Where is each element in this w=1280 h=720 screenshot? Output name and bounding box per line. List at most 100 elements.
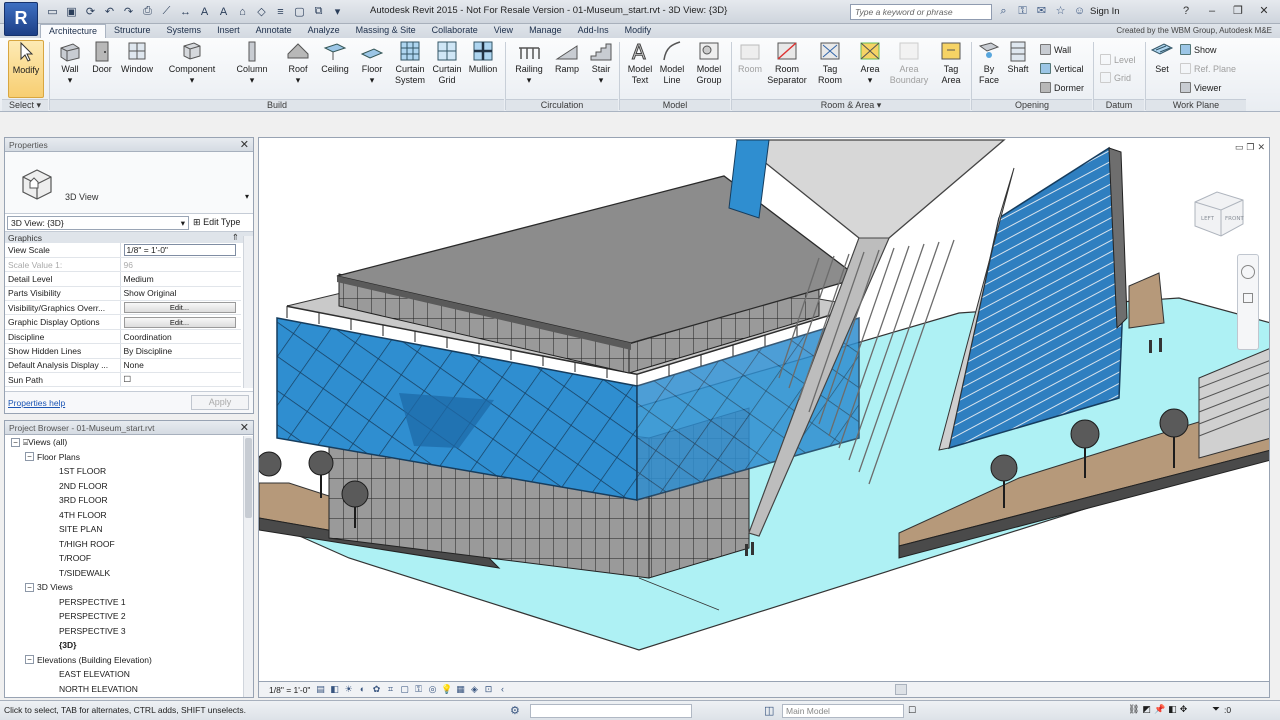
vertical-opening-button[interactable]: Vertical [1040, 63, 1084, 74]
filter-icon[interactable]: ⏷ [1212, 704, 1220, 715]
sign-in-link[interactable]: Sign In [1090, 6, 1120, 17]
tab-modify[interactable]: Modify [617, 24, 660, 38]
collapse-toggle-icon[interactable]: − [25, 452, 34, 462]
apply-button[interactable]: Apply [191, 395, 249, 410]
browser-node[interactable]: EAST ELEVATION [5, 667, 253, 682]
tab-massing-site[interactable]: Massing & Site [348, 24, 424, 38]
minimize-icon[interactable]: ▭ [1235, 142, 1244, 153]
browser-node[interactable]: 2ND FLOOR [5, 479, 253, 494]
browser-node[interactable]: 3RD FLOOR [5, 493, 253, 508]
properties-scrollbar[interactable] [243, 236, 253, 388]
curtain-grid-button[interactable]: Curtain Grid [428, 40, 466, 86]
wall-button[interactable]: Wall ▾ [54, 40, 86, 86]
browser-node[interactable]: PERSPECTIVE 3 [5, 624, 253, 639]
tab-manage[interactable]: Manage [521, 24, 570, 38]
stair-button[interactable]: Stair ▾ [586, 40, 616, 86]
detail-level-icon[interactable]: ▤ [315, 684, 326, 695]
shaft-button[interactable]: Shaft [1004, 40, 1032, 75]
property-value[interactable]: By Discipline [124, 346, 173, 356]
model-text-button[interactable]: A Model Text [624, 40, 656, 86]
design-options-icon[interactable]: ◫ [764, 704, 774, 717]
temporary-view-icon[interactable]: ▦ [455, 684, 466, 695]
show-work-plane-button[interactable]: Show [1180, 44, 1217, 55]
mullion-button[interactable]: Mullion [466, 40, 500, 75]
help-icon[interactable]: ? [1174, 2, 1198, 20]
tag-icon[interactable]: A [196, 3, 213, 20]
room-area-panel-dropdown[interactable]: Room & Area ▾ [732, 99, 970, 111]
application-menu-button[interactable]: R [4, 2, 38, 36]
redo-icon[interactable]: ↷ [120, 3, 137, 20]
grid-button[interactable]: Grid [1100, 72, 1131, 83]
ref-plane-button[interactable]: Ref. Plane [1180, 63, 1236, 74]
more-icon[interactable]: ‹ [497, 684, 508, 695]
component-button[interactable]: Component ▾ [164, 40, 220, 86]
workset-dropdown[interactable] [530, 704, 692, 718]
tab-insert[interactable]: Insert [209, 24, 248, 38]
horizontal-scroll-thumb[interactable] [895, 684, 907, 695]
type-selector[interactable]: 3D View ▾ [5, 152, 253, 214]
browser-node[interactable]: {3D} [5, 638, 253, 653]
floor-button[interactable]: Floor ▾ [356, 40, 388, 86]
binoculars-icon[interactable]: ⌕ [996, 3, 1011, 20]
tab-architecture[interactable]: Architecture [40, 24, 107, 38]
zoom-icon[interactable] [1243, 293, 1253, 303]
room-separator-button[interactable]: Room Separator [764, 40, 810, 86]
close-icon[interactable]: ✕ [1257, 142, 1265, 153]
tag-area-button[interactable]: Tag Area [936, 40, 966, 86]
property-value[interactable]: Medium [124, 274, 154, 284]
restore-icon[interactable]: ❐ [1226, 2, 1250, 20]
3d-view-icon[interactable]: ⌂ [234, 3, 251, 20]
favorites-icon[interactable]: ☆ [1053, 3, 1068, 20]
tab-analyze[interactable]: Analyze [300, 24, 348, 38]
highlight-displacement-icon[interactable]: ⊡ [483, 684, 494, 695]
level-button[interactable]: Level [1100, 54, 1136, 65]
edit-type-button[interactable]: ⊞ Edit Type [193, 217, 240, 228]
design-option-dropdown[interactable]: Main Model [782, 704, 904, 718]
select-by-face-icon[interactable]: ◧ [1168, 704, 1177, 715]
analytical-model-icon[interactable]: ◈ [469, 684, 480, 695]
render-icon[interactable]: ✿ [371, 684, 382, 695]
sun-path-checkbox[interactable]: ☐ [124, 374, 132, 384]
by-face-button[interactable]: By Face [976, 40, 1002, 86]
sync-icon[interactable]: ⟳ [82, 3, 99, 20]
viewcube-front-label[interactable]: FRONT [1225, 216, 1244, 222]
ramp-button[interactable]: Ramp [552, 40, 582, 75]
railing-button[interactable]: Railing ▾ [512, 40, 546, 86]
aligned-dimension-icon[interactable]: ↔ [177, 3, 194, 20]
area-button[interactable]: Area ▾ [856, 40, 884, 86]
undo-icon[interactable]: ↶ [101, 3, 118, 20]
tab-systems[interactable]: Systems [159, 24, 210, 38]
property-value[interactable]: Coordination [124, 332, 172, 342]
browser-node[interactable]: 4TH FLOOR [5, 508, 253, 523]
3d-viewport[interactable]: LEFT FRONT ▭ ❐ ✕ [258, 137, 1270, 682]
switch-windows-icon[interactable]: ⧉ [310, 3, 327, 20]
close-icon[interactable]: ✕ [240, 421, 249, 434]
collapse-toggle-icon[interactable]: − [25, 655, 34, 665]
collapse-toggle-icon[interactable]: − [11, 437, 20, 447]
crop-view-icon[interactable]: ⌗ [385, 684, 396, 695]
show-crop-icon[interactable]: ▢ [399, 684, 410, 695]
tab-structure[interactable]: Structure [106, 24, 159, 38]
tab-add-ins[interactable]: Add-Ins [570, 24, 617, 38]
edit-button[interactable]: Edit... [123, 316, 236, 328]
browser-node[interactable]: T/SIDEWALK [5, 566, 253, 581]
search-input[interactable]: Type a keyword or phrase [850, 4, 992, 20]
dormer-opening-button[interactable]: Dormer [1040, 82, 1084, 93]
door-button[interactable]: Door [88, 40, 116, 75]
curtain-system-button[interactable]: Curtain System [390, 40, 430, 86]
select-pinned-icon[interactable]: 📌 [1154, 704, 1165, 715]
set-work-plane-button[interactable]: Set [1150, 40, 1174, 75]
roof-button[interactable]: Roof ▾ [282, 40, 314, 86]
column-button[interactable]: Column ▾ [232, 40, 272, 86]
close-icon[interactable]: ✕ [240, 138, 249, 151]
save-icon[interactable]: ▣ [63, 3, 80, 20]
view-scale-button[interactable]: 1/8" = 1'-0" [269, 685, 310, 695]
text-icon[interactable]: A [215, 3, 232, 20]
ceiling-button[interactable]: Ceiling [316, 40, 354, 75]
tab-view[interactable]: View [486, 24, 521, 38]
tower-glass-facade[interactable] [947, 146, 1125, 450]
property-value[interactable]: None [124, 360, 144, 370]
browser-scrollbar[interactable] [243, 436, 253, 697]
select-panel-dropdown[interactable]: Select ▾ [2, 99, 48, 111]
hide-isolate-icon[interactable]: ◎ [427, 684, 438, 695]
